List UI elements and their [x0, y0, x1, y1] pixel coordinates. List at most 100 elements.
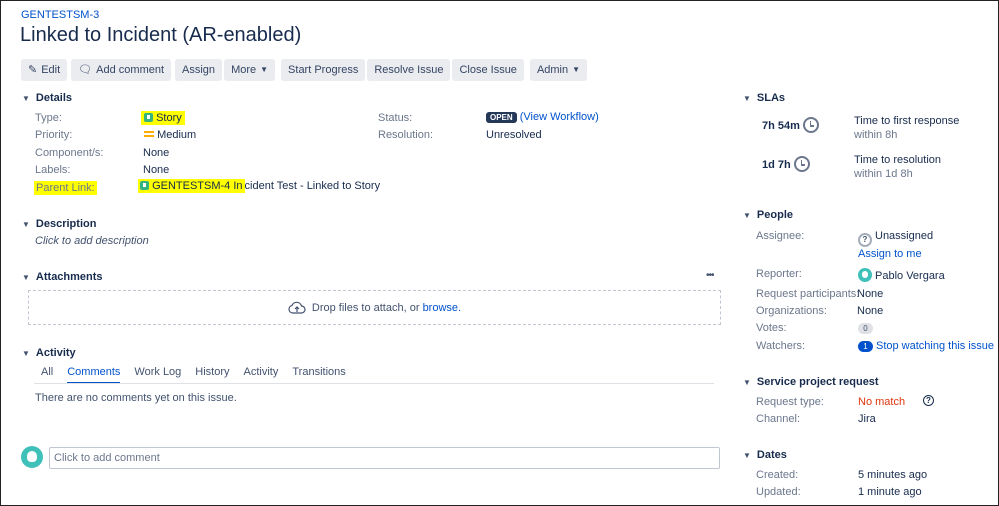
updated-label: Updated:	[756, 486, 801, 498]
watchers-count-badge[interactable]: 1	[858, 341, 873, 352]
tabs-divider	[34, 383, 714, 384]
collapse-triangle-icon: ▼	[743, 210, 751, 220]
story-type-icon	[140, 181, 149, 190]
slas-section-toggle[interactable]: ▼ SLAs	[743, 92, 785, 104]
issue-key-breadcrumb[interactable]: GENTESTSM-3	[21, 9, 99, 21]
details-section-toggle[interactable]: ▼ Details	[22, 92, 72, 104]
components-label: Component/s:	[35, 147, 104, 159]
close-issue-button[interactable]: Close Issue	[452, 59, 524, 81]
collapse-triangle-icon: ▼	[22, 348, 30, 358]
activity-section-toggle[interactable]: ▼ Activity	[22, 347, 76, 359]
cloud-upload-icon	[288, 301, 306, 314]
resolution-value: Unresolved	[486, 129, 542, 141]
watchers-label: Watchers:	[756, 340, 806, 352]
no-comments-text: There are no comments yet on this issue.	[35, 392, 237, 404]
parent-link-value[interactable]: GENTESTSM-4 In cident Test - Linked to St…	[138, 179, 380, 193]
request-participants-label: Request participants:	[756, 288, 860, 300]
status-lozenge: OPEN	[486, 112, 517, 123]
created-value: 5 minutes ago	[858, 469, 928, 481]
description-section-toggle[interactable]: ▼ Description	[22, 218, 96, 230]
priority-value[interactable]: Medium	[144, 129, 196, 141]
tab-comments[interactable]: Comments	[67, 366, 121, 384]
request-type-label: Request type:	[756, 396, 824, 408]
current-user-avatar	[21, 446, 43, 468]
start-progress-button[interactable]: Start Progress	[281, 59, 366, 81]
sla-first-response-timer: 7h 54m	[762, 117, 819, 133]
assignee-value[interactable]: ? Unassigned	[858, 230, 933, 247]
chevron-down-icon: ▼	[572, 65, 581, 74]
reporter-avatar	[858, 268, 872, 282]
more-button[interactable]: More ▼	[224, 59, 276, 81]
request-participants-value[interactable]: None	[857, 288, 883, 300]
attachment-dropzone[interactable]: Drop files to attach, or browse.	[28, 290, 721, 325]
watchers-value: 1 Stop watching this issue	[858, 340, 994, 352]
reporter-label: Reporter:	[756, 268, 802, 280]
channel-value: Jira	[858, 413, 876, 425]
resolution-label: Resolution:	[378, 129, 434, 141]
labels-value[interactable]: None	[143, 164, 169, 176]
sla-resolution-name: Time to resolution	[854, 154, 942, 166]
assignee-label: Assignee:	[756, 230, 805, 242]
sla-resolution-goal: within 1d 8h	[854, 168, 913, 180]
sla-resolution-timer: 1d 7h	[762, 156, 810, 172]
medium-priority-icon	[144, 131, 154, 137]
parent-link-highlight: GENTESTSM-4 In	[138, 179, 245, 193]
pencil-icon: ✎	[28, 64, 38, 76]
dates-section-toggle[interactable]: ▼ Dates	[743, 449, 787, 461]
tab-work-log[interactable]: Work Log	[134, 366, 181, 384]
channel-label: Channel:	[756, 413, 801, 425]
admin-button[interactable]: Admin ▼	[529, 59, 588, 81]
collapse-triangle-icon: ▼	[22, 219, 30, 229]
attachments-more-icon[interactable]: •••	[706, 270, 714, 281]
tab-all[interactable]: All	[41, 366, 53, 384]
story-type-icon	[144, 113, 153, 122]
labels-label: Labels:	[35, 164, 71, 176]
votes-count-badge[interactable]: 0	[858, 323, 873, 334]
parent-link-label: Parent Link:	[34, 181, 97, 195]
resolve-issue-button[interactable]: Resolve Issue	[367, 59, 451, 81]
sla-first-response-goal: within 8h	[854, 129, 898, 141]
updated-value: 1 minute ago	[858, 486, 922, 498]
browse-link[interactable]: browse.	[423, 302, 462, 314]
tab-history[interactable]: History	[195, 366, 229, 384]
tab-activity[interactable]: Activity	[244, 366, 279, 384]
people-section-toggle[interactable]: ▼ People	[743, 209, 793, 221]
description-placeholder[interactable]: Click to add description	[35, 235, 149, 247]
add-comment-input[interactable]: Click to add comment	[49, 447, 720, 469]
request-type-value[interactable]: No match	[858, 396, 905, 408]
clock-icon	[802, 117, 819, 133]
status-label: Status:	[378, 112, 413, 124]
type-value[interactable]: Story	[141, 111, 185, 125]
clock-icon	[793, 156, 810, 172]
view-workflow-link[interactable]: (View Workflow)	[520, 111, 599, 123]
service-request-section-toggle[interactable]: ▼ Service project request	[743, 376, 879, 388]
collapse-triangle-icon: ▼	[22, 93, 30, 103]
assign-to-me-link[interactable]: Assign to me	[858, 248, 922, 260]
help-icon[interactable]: ?	[923, 395, 934, 406]
assign-button[interactable]: Assign	[175, 59, 223, 81]
unassigned-avatar-icon: ?	[858, 233, 872, 247]
edit-button[interactable]: ✎ Edit	[21, 59, 68, 81]
status-value: OPEN (View Workflow)	[486, 111, 599, 123]
created-label: Created:	[756, 469, 799, 481]
comment-icon: 🗨	[78, 64, 93, 76]
drop-files-text: Drop files to attach, or browse.	[311, 301, 462, 314]
stop-watching-link[interactable]: Stop watching this issue	[876, 340, 994, 352]
tab-transitions[interactable]: Transitions	[292, 366, 345, 384]
reporter-value[interactable]: Pablo Vergara	[858, 268, 945, 282]
activity-tabs: All Comments Work Log History Activity T…	[41, 366, 346, 384]
issue-title[interactable]: Linked to Incident (AR-enabled)	[20, 24, 301, 47]
organizations-label: Organizations:	[756, 305, 827, 317]
components-value[interactable]: None	[143, 147, 169, 159]
sla-first-response-name: Time to first response	[854, 115, 960, 127]
organizations-value[interactable]: None	[857, 305, 883, 317]
type-label: Type:	[35, 112, 62, 124]
votes-label: Votes:	[756, 322, 787, 334]
add-comment-button[interactable]: 🗨 Add comment	[71, 59, 172, 81]
priority-label: Priority:	[35, 129, 73, 141]
chevron-down-icon: ▼	[260, 65, 269, 74]
attachments-section-toggle[interactable]: ▼ Attachments	[22, 271, 103, 283]
collapse-triangle-icon: ▼	[743, 377, 751, 387]
issue-toolbar: ✎ Edit 🗨 Add comment Assign More ▼ Start …	[21, 59, 591, 81]
collapse-triangle-icon: ▼	[22, 272, 30, 282]
